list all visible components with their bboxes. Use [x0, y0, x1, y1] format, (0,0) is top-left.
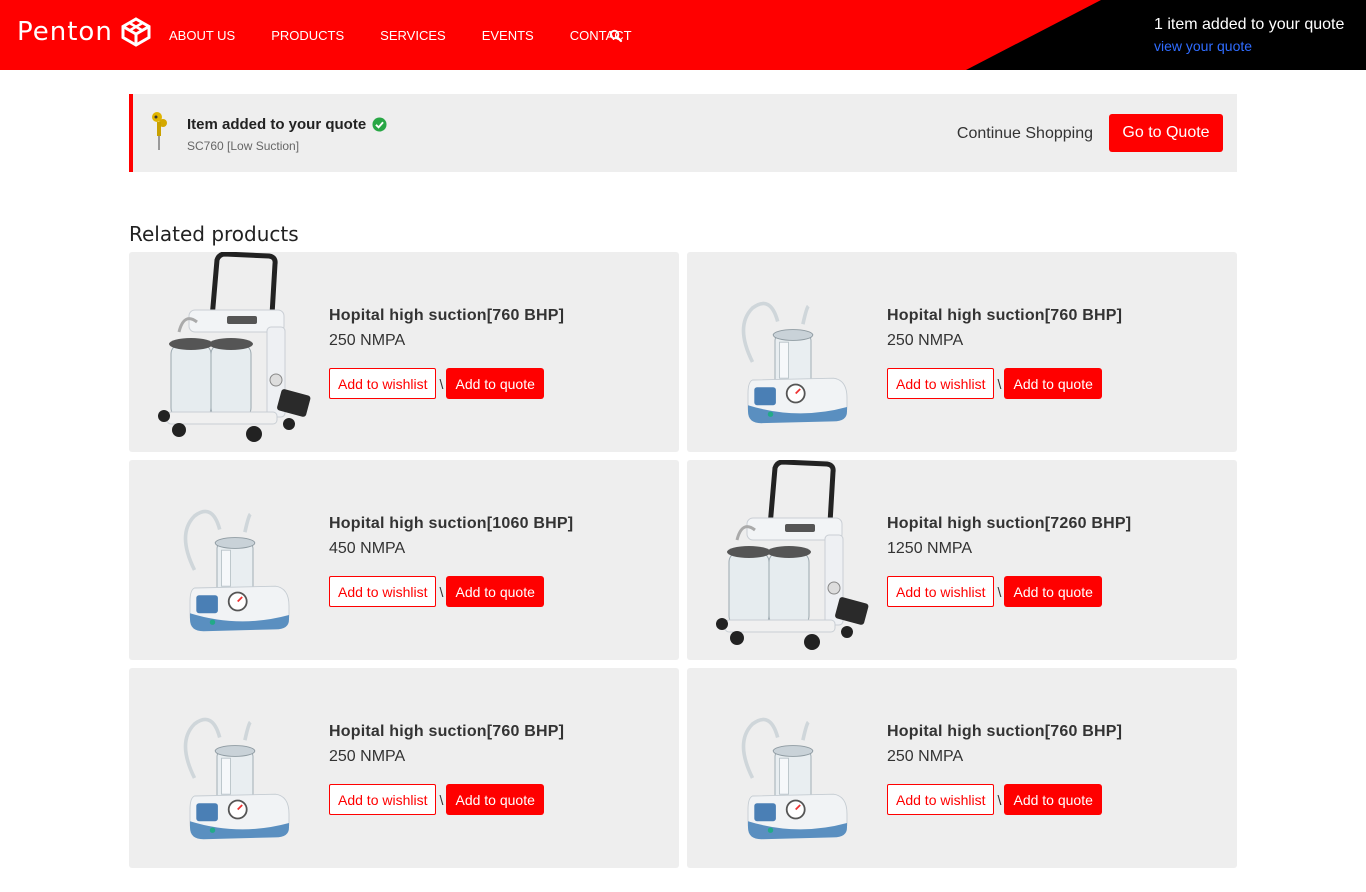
- check-circle-icon: [372, 117, 387, 132]
- action-separator: \: [997, 583, 1002, 600]
- continue-shopping-link[interactable]: Continue Shopping: [957, 125, 1093, 143]
- product-actions: Add to wishlist \ Add to quote: [887, 576, 1102, 607]
- logo-text: Penton: [17, 17, 113, 47]
- product-image[interactable]: [168, 480, 321, 660]
- suction-trolley-illustration: [158, 251, 311, 442]
- go-to-quote-button[interactable]: Go to Quote: [1109, 114, 1223, 152]
- related-products-grid: Hopital high suction[760 BHP] 250 NMPA A…: [129, 251, 1237, 868]
- notice-title: Item added to your quote: [187, 116, 387, 133]
- product-name[interactable]: Hopital high suction[7260 BHP]: [887, 515, 1131, 533]
- logo-cube-icon: [121, 17, 151, 47]
- product-price: 250 NMPA: [329, 748, 406, 765]
- product-actions: Add to wishlist \ Add to quote: [329, 368, 544, 399]
- action-separator: \: [439, 583, 444, 600]
- portable-suction-illustration: [183, 509, 290, 632]
- product-price: 250 NMPA: [887, 748, 964, 765]
- product-image[interactable]: [168, 688, 321, 868]
- quote-count-text: 1 item added to your quote: [1154, 16, 1345, 33]
- product-actions: Add to wishlist \ Add to quote: [329, 784, 544, 815]
- notice-title-text: Item added to your quote: [187, 116, 367, 133]
- product-card-3: Hopital high suction[1060 BHP] 450 NMPA …: [129, 460, 679, 660]
- header-quote-info: 1 item added to your quote view your quo…: [1154, 16, 1350, 54]
- site-header: Penton About us Products Services Events…: [0, 0, 1366, 70]
- product-actions: Add to wishlist \ Add to quote: [887, 784, 1102, 815]
- nav-about[interactable]: About us: [169, 28, 235, 43]
- product-card-1: Hopital high suction[760 BHP] 250 NMPA A…: [129, 251, 679, 452]
- product-image[interactable]: [149, 251, 319, 452]
- search-icon[interactable]: [609, 29, 623, 43]
- product-image[interactable]: [726, 272, 879, 452]
- product-name[interactable]: Hopital high suction[760 BHP]: [887, 307, 1122, 325]
- product-image[interactable]: [726, 688, 879, 868]
- product-card-5: Hopital high suction[760 BHP] 250 NMPA A…: [129, 668, 679, 868]
- nav-products[interactable]: Products: [271, 28, 344, 43]
- product-thumbnail: [152, 112, 167, 150]
- action-separator: \: [997, 375, 1002, 392]
- action-separator: \: [439, 375, 444, 392]
- product-price: 1250 NMPA: [887, 540, 973, 557]
- add-to-quote-button[interactable]: Add to quote: [1004, 784, 1102, 815]
- product-price: 450 NMPA: [329, 540, 406, 557]
- product-name[interactable]: Hopital high suction[760 BHP]: [329, 307, 564, 325]
- add-to-quote-button[interactable]: Add to quote: [1004, 368, 1102, 399]
- product-card-2: Hopital high suction[760 BHP] 250 NMPA A…: [687, 252, 1237, 452]
- add-to-wishlist-button[interactable]: Add to wishlist: [329, 784, 437, 815]
- notice-subtitle: SC760 [Low Suction]: [187, 139, 300, 153]
- added-to-quote-notice: Item added to your quote SC760 [Low Suct…: [129, 94, 1237, 172]
- portable-suction-illustration: [183, 717, 290, 840]
- product-card-4: Hopital high suction[7260 BHP] 1250 NMPA…: [687, 459, 1237, 660]
- add-to-quote-button[interactable]: Add to quote: [446, 784, 544, 815]
- product-actions: Add to wishlist \ Add to quote: [887, 368, 1102, 399]
- logo[interactable]: Penton: [17, 17, 151, 47]
- add-to-wishlist-button[interactable]: Add to wishlist: [887, 784, 995, 815]
- add-to-wishlist-button[interactable]: Add to wishlist: [329, 576, 437, 607]
- nav-services[interactable]: Services: [380, 28, 446, 43]
- product-price: 250 NMPA: [329, 332, 406, 349]
- add-to-wishlist-button[interactable]: Add to wishlist: [887, 576, 995, 607]
- product-card-6: Hopital high suction[760 BHP] 250 NMPA A…: [687, 668, 1237, 868]
- product-name[interactable]: Hopital high suction[760 BHP]: [887, 723, 1122, 741]
- product-image[interactable]: [707, 459, 877, 660]
- add-to-quote-button[interactable]: Add to quote: [1004, 576, 1102, 607]
- product-name[interactable]: Hopital high suction[760 BHP]: [329, 723, 564, 741]
- product-name[interactable]: Hopital high suction[1060 BHP]: [329, 515, 573, 533]
- add-to-wishlist-button[interactable]: Add to wishlist: [329, 368, 437, 399]
- action-separator: \: [439, 791, 444, 808]
- add-to-wishlist-button[interactable]: Add to wishlist: [887, 368, 995, 399]
- main-nav: About us Products Services Events Contac…: [169, 28, 668, 43]
- add-to-quote-button[interactable]: Add to quote: [446, 576, 544, 607]
- related-products-heading: Related products: [129, 222, 299, 246]
- product-price: 250 NMPA: [887, 332, 964, 349]
- nav-events[interactable]: Events: [482, 28, 534, 43]
- portable-suction-illustration: [741, 301, 848, 424]
- view-quote-link[interactable]: view your quote: [1154, 38, 1350, 54]
- action-separator: \: [997, 791, 1002, 808]
- add-to-quote-button[interactable]: Add to quote: [446, 368, 544, 399]
- product-actions: Add to wishlist \ Add to quote: [329, 576, 544, 607]
- portable-suction-illustration: [741, 717, 848, 840]
- suction-trolley-illustration: [716, 459, 869, 650]
